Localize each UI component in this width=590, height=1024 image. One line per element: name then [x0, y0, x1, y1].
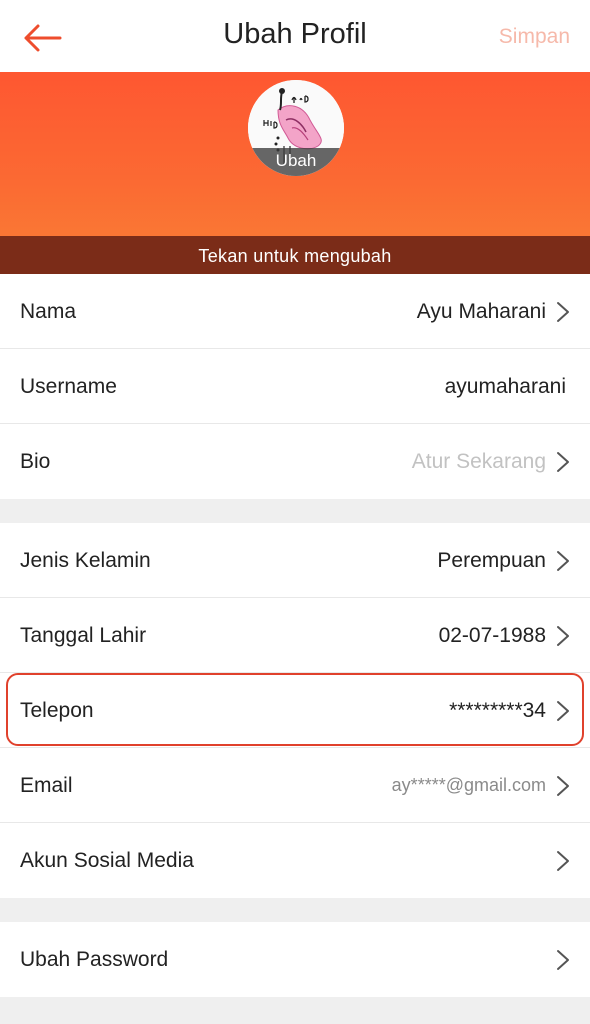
row-email[interactable]: Email ay*****@gmail.com [0, 748, 590, 823]
chevron-right-icon [557, 701, 569, 721]
row-change-password[interactable]: Ubah Password [0, 922, 590, 997]
account-section: Ubah Password [0, 922, 590, 997]
profile-banner[interactable]: Ubah Tekan untuk mengubah [0, 72, 590, 274]
row-value: 02-07-1988 [438, 624, 546, 647]
row-name[interactable]: Nama Ayu Maharani [0, 274, 590, 349]
row-value: ay*****@gmail.com [391, 775, 546, 795]
top-bar: Ubah Profil Simpan [0, 0, 590, 72]
row-label: Ubah Password [20, 948, 169, 971]
banner-hint: Tekan untuk mengubah [0, 236, 590, 274]
row-phone[interactable]: Telepon *********34 [0, 673, 590, 748]
row-username: Username ayumaharani [0, 349, 590, 424]
chevron-right-icon [557, 626, 569, 646]
row-value: *********34 [449, 699, 546, 722]
save-button[interactable]: Simpan [499, 25, 570, 49]
row-label: Akun Sosial Media [20, 849, 194, 872]
profile-section: Nama Ayu Maharani Username ayumaharani B… [0, 274, 590, 499]
row-label: Username [20, 375, 117, 398]
row-value: ayumaharani [444, 375, 566, 398]
chevron-right-icon [557, 551, 569, 571]
avatar[interactable]: Ubah [248, 80, 344, 176]
row-bio[interactable]: Bio Atur Sekarang [0, 424, 590, 499]
row-label: Nama [20, 300, 77, 323]
row-birthdate[interactable]: Tanggal Lahir 02-07-1988 [0, 598, 590, 673]
chevron-right-icon [557, 950, 569, 970]
row-value: Ayu Maharani [416, 300, 546, 323]
avatar-edit-label[interactable]: Ubah [248, 148, 344, 176]
row-label: Telepon [20, 699, 94, 722]
chevron-right-icon [557, 302, 569, 322]
row-label: Tanggal Lahir [20, 624, 147, 647]
row-value: Perempuan [437, 549, 546, 572]
personal-section: Jenis Kelamin Perempuan Tanggal Lahir 02… [0, 523, 590, 898]
row-label: Bio [20, 450, 51, 473]
row-label: Email [20, 774, 73, 797]
row-value: Atur Sekarang [411, 450, 546, 473]
row-label: Jenis Kelamin [20, 549, 151, 572]
chevron-right-icon [557, 452, 569, 472]
row-social-media[interactable]: Akun Sosial Media [0, 823, 590, 898]
edit-profile-screen: Ubah Profil Simpan Ubah Tekan untuk meng… [0, 0, 590, 1024]
chevron-right-icon [557, 776, 569, 796]
row-gender[interactable]: Jenis Kelamin Perempuan [0, 523, 590, 598]
chevron-right-icon [557, 851, 569, 871]
